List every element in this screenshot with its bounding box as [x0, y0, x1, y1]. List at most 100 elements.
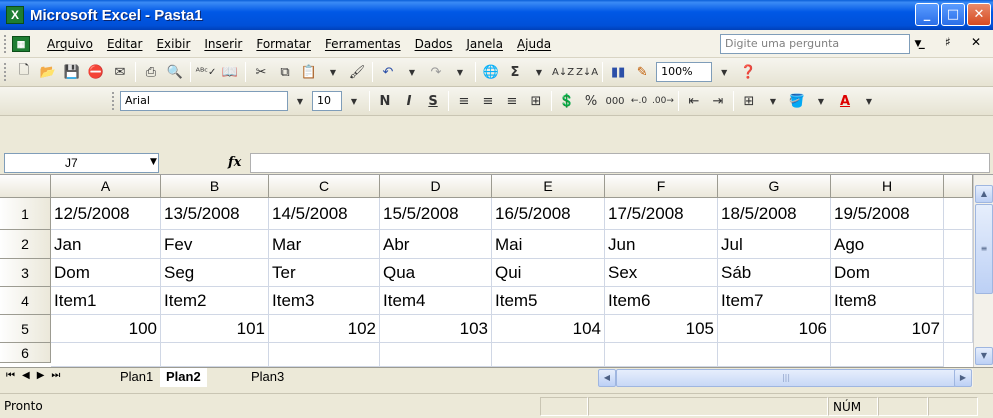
percent-button[interactable]: %: [580, 90, 602, 112]
hyperlink-icon[interactable]: 🌐: [480, 61, 502, 83]
align-center-icon[interactable]: ≡: [477, 90, 499, 112]
cell-d6[interactable]: [380, 343, 492, 367]
column-header-h[interactable]: H: [831, 175, 944, 198]
borders-dropdown-icon[interactable]: ▼: [762, 90, 784, 112]
menu-dados[interactable]: Dados: [408, 37, 460, 51]
column-header-f[interactable]: F: [605, 175, 718, 198]
cell-d3[interactable]: Qua: [380, 259, 492, 287]
document-controls[interactable]: _ ♯ ✕: [919, 35, 989, 49]
chart-wizard-icon[interactable]: ▮▮: [607, 61, 629, 83]
minimize-button[interactable]: _: [915, 3, 939, 26]
cell-h5[interactable]: 107: [831, 315, 944, 343]
align-left-icon[interactable]: ≡: [453, 90, 475, 112]
cell-a3[interactable]: Dom: [51, 259, 161, 287]
new-icon[interactable]: 🗋: [13, 61, 35, 83]
format-painter-icon[interactable]: 🖌: [346, 61, 368, 83]
increase-indent-icon[interactable]: ⇥: [707, 90, 729, 112]
align-right-icon[interactable]: ≡: [501, 90, 523, 112]
cell-a5[interactable]: 100: [51, 315, 161, 343]
toolbar-grip[interactable]: [4, 34, 8, 53]
cell-f2[interactable]: Jun: [605, 230, 718, 259]
workbook-icon[interactable]: ▦: [12, 35, 30, 52]
cell-a6[interactable]: [51, 343, 161, 367]
scroll-right-icon[interactable]: ▶: [954, 369, 972, 387]
vertical-scrollbar[interactable]: ▲ ≡ ▼: [973, 175, 993, 367]
column-header-g[interactable]: G: [718, 175, 831, 198]
cell-g1[interactable]: 18/5/2008: [718, 198, 831, 230]
cut-icon[interactable]: ✂: [250, 61, 272, 83]
column-header-a[interactable]: A: [51, 175, 161, 198]
cell-a1[interactable]: 12/5/2008: [51, 198, 161, 230]
cell-c2[interactable]: Mar: [269, 230, 380, 259]
row-header-5[interactable]: 5: [0, 315, 51, 343]
cell-i5[interactable]: [944, 315, 973, 343]
drawing-icon[interactable]: ✎: [631, 61, 653, 83]
cell-d5[interactable]: 103: [380, 315, 492, 343]
italic-button[interactable]: I: [398, 90, 420, 112]
fill-dropdown-icon[interactable]: ▼: [810, 90, 832, 112]
email-icon[interactable]: ✉: [109, 61, 131, 83]
fill-color-icon[interactable]: 🪣: [786, 90, 808, 112]
horizontal-scroll-thumb[interactable]: |||: [616, 369, 956, 387]
menu-janela[interactable]: Janela: [459, 37, 510, 51]
menu-inserir[interactable]: Inserir: [197, 37, 249, 51]
save-icon[interactable]: 💾: [61, 61, 83, 83]
cell-b5[interactable]: 101: [161, 315, 269, 343]
sheet-tab-plan3[interactable]: Plan3: [245, 368, 290, 387]
cell-f1[interactable]: 17/5/2008: [605, 198, 718, 230]
sheet-tab-plan1[interactable]: Plan1: [114, 368, 159, 387]
cell-e1[interactable]: 16/5/2008: [492, 198, 605, 230]
undo-icon[interactable]: ↶: [377, 61, 399, 83]
cell-i4[interactable]: [944, 287, 973, 315]
underline-button[interactable]: S: [422, 90, 444, 112]
cell-b1[interactable]: 13/5/2008: [161, 198, 269, 230]
sort-ascending-icon[interactable]: A↓Z: [552, 61, 574, 83]
menu-ferramentas[interactable]: Ferramentas: [318, 37, 408, 51]
maximize-button[interactable]: □: [941, 3, 965, 26]
spelling-icon[interactable]: ᴬᴮᶜ✓: [195, 61, 217, 83]
cell-e6[interactable]: [492, 343, 605, 367]
row-header-3[interactable]: 3: [0, 259, 51, 287]
column-header-c[interactable]: C: [269, 175, 380, 198]
cell-e5[interactable]: 104: [492, 315, 605, 343]
undo-dropdown-icon[interactable]: ▼: [401, 61, 423, 83]
insert-function-icon[interactable]: fx: [228, 155, 241, 170]
autosum-icon[interactable]: Σ: [504, 61, 526, 83]
cell-i1[interactable]: [944, 198, 973, 230]
cell-c6[interactable]: [269, 343, 380, 367]
decrease-indent-icon[interactable]: ⇤: [683, 90, 705, 112]
zoom-select[interactable]: 100%: [656, 62, 713, 82]
menu-arquivo[interactable]: Arquivo: [40, 37, 100, 51]
toolbar-grip[interactable]: [112, 92, 116, 110]
menu-exibir[interactable]: Exibir: [149, 37, 197, 51]
cell-c3[interactable]: Ter: [269, 259, 380, 287]
scroll-up-icon[interactable]: ▲: [975, 185, 993, 203]
formula-input[interactable]: [250, 153, 990, 173]
cell-i3[interactable]: [944, 259, 973, 287]
menu-ajuda[interactable]: Ajuda: [510, 37, 558, 51]
cell-a4[interactable]: Item1: [51, 287, 161, 315]
cell-d4[interactable]: Item4: [380, 287, 492, 315]
increase-decimal-icon[interactable]: ←.0: [628, 90, 650, 112]
sheet-nav-icons[interactable]: ⏮◀▶⏭: [6, 370, 67, 381]
name-box[interactable]: J7: [4, 153, 159, 173]
cell-g4[interactable]: Item7: [718, 287, 831, 315]
scroll-thumb[interactable]: ≡: [975, 204, 993, 294]
open-icon[interactable]: 📂: [37, 61, 59, 83]
menu-editar[interactable]: Editar: [100, 37, 150, 51]
redo-icon[interactable]: ↷: [425, 61, 447, 83]
font-color-dropdown-icon[interactable]: ▼: [858, 90, 880, 112]
scroll-left-icon[interactable]: ◀: [598, 369, 616, 387]
cell-a2[interactable]: Jan: [51, 230, 161, 259]
cell-g2[interactable]: Jul: [718, 230, 831, 259]
row-header-1[interactable]: 1: [0, 198, 51, 230]
font-select[interactable]: Arial: [120, 91, 288, 111]
cell-g6[interactable]: [718, 343, 831, 367]
column-header-e[interactable]: E: [492, 175, 605, 198]
toolbar-grip[interactable]: [4, 63, 8, 81]
zoom-dropdown-icon[interactable]: ▼: [713, 61, 735, 83]
name-box-dropdown-icon[interactable]: ▼: [150, 157, 157, 167]
scroll-down-icon[interactable]: ▼: [975, 347, 993, 365]
spreadsheet-grid[interactable]: A B C D E F G H 1 2 3 4 5 6 12/5/2008 13…: [0, 175, 993, 367]
sort-descending-icon[interactable]: Z↓A: [576, 61, 598, 83]
